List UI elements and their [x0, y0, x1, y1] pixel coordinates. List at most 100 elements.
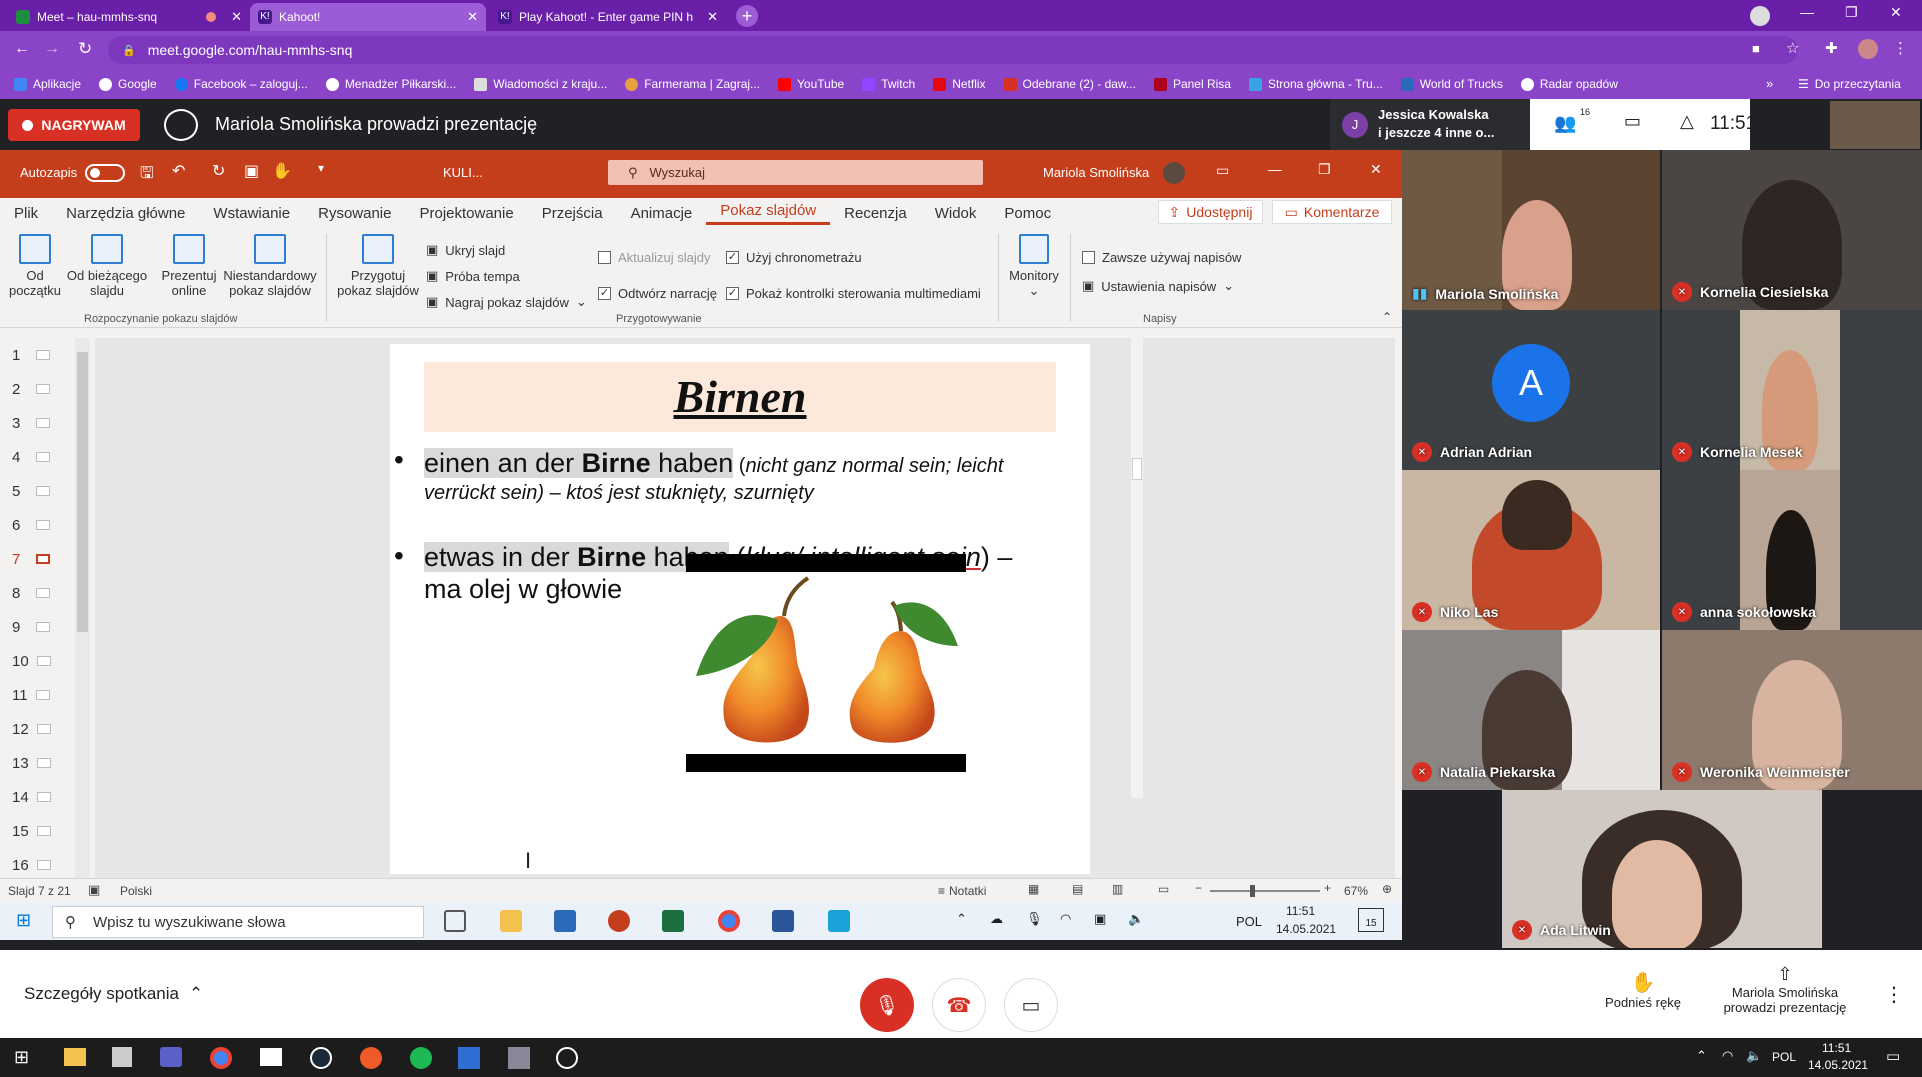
- bookmark-twitch[interactable]: Twitch: [862, 77, 915, 91]
- minimize-icon[interactable]: —: [1268, 161, 1282, 177]
- more-options-icon[interactable]: ⋮: [1884, 982, 1904, 1007]
- participant-tile[interactable]: ✕ anna sokołowska: [1662, 470, 1922, 630]
- volume-icon[interactable]: 🔈: [1746, 1048, 1762, 1064]
- close-icon[interactable]: ✕: [1370, 161, 1382, 178]
- slide-thumb[interactable]: 1: [12, 346, 72, 364]
- tab-view[interactable]: Widok: [921, 205, 991, 222]
- fit-to-window-icon[interactable]: ⊕: [1382, 882, 1392, 896]
- minimize-window-icon[interactable]: —: [1800, 4, 1814, 20]
- slide-thumb[interactable]: 9: [12, 618, 72, 636]
- bookmark-panel-risa[interactable]: Panel Risa: [1153, 77, 1231, 91]
- notification-center-icon[interactable]: ▭: [1886, 1047, 1900, 1065]
- reload-icon[interactable]: ↻: [78, 39, 92, 59]
- slide-thumb[interactable]: 2: [12, 380, 72, 398]
- from-start-button[interactable]: Od początku: [6, 234, 64, 298]
- setup-show-button[interactable]: Przygotuj pokaz slajdów: [336, 234, 420, 298]
- app-icon[interactable]: [260, 1048, 282, 1066]
- wifi-icon[interactable]: ◠: [1060, 911, 1071, 927]
- language-indicator[interactable]: Polski: [120, 884, 152, 898]
- slide-thumb[interactable]: 12: [12, 720, 72, 738]
- bookmark-facebook[interactable]: Facebook – zaloguj...: [174, 77, 308, 91]
- zoom-level[interactable]: 67%: [1344, 884, 1368, 898]
- profile-menu-icon[interactable]: [1750, 6, 1770, 26]
- store-icon[interactable]: [112, 1047, 132, 1067]
- monitors-button[interactable]: Monitory ⌄: [1004, 234, 1064, 298]
- participant-tile[interactable]: ✕ Kornelia Ciesielska: [1662, 150, 1922, 310]
- app-icon[interactable]: [554, 910, 576, 932]
- slide-title-box[interactable]: Birnen: [424, 362, 1056, 432]
- tab-insert[interactable]: Wstawianie: [199, 205, 304, 222]
- bookmark-wiadomosci[interactable]: Wiadomości z kraju...: [474, 77, 607, 91]
- camera-button[interactable]: ▭: [1004, 978, 1058, 1032]
- bookmark-apps[interactable]: Aplikacje: [14, 77, 81, 91]
- extensions-icon[interactable]: ✚: [1825, 39, 1838, 57]
- bookmark-strona-glowna[interactable]: Strona główna - Tru...: [1248, 77, 1383, 91]
- accessibility-icon[interactable]: ▣: [88, 882, 100, 898]
- url-field[interactable]: 🔒 meet.google.com/hau-mmhs-snq: [108, 36, 1798, 64]
- wifi-icon[interactable]: ◠: [1722, 1048, 1733, 1064]
- file-name[interactable]: KULI...: [443, 165, 483, 180]
- caption-settings-button[interactable]: ▣ Ustawienia napisów ⌄: [1082, 278, 1234, 294]
- from-current-button[interactable]: Od bieżącego slajdu: [66, 234, 148, 298]
- app-icon[interactable]: [458, 1047, 480, 1069]
- bookmark-youtube[interactable]: YouTube: [778, 77, 844, 91]
- slide-sorter-icon[interactable]: ▤: [1072, 882, 1083, 896]
- present-online-button[interactable]: Prezentuj online: [158, 234, 220, 298]
- self-view-thumbnail[interactable]: [1830, 101, 1920, 149]
- slide-thumb[interactable]: 14: [12, 788, 72, 806]
- activities-icon[interactable]: △: [1680, 111, 1694, 132]
- share-button[interactable]: ⇪ Udostępnij: [1158, 200, 1263, 224]
- update-slides-checkbox[interactable]: Aktualizuj slajdy: [598, 250, 711, 265]
- windows-start-icon[interactable]: ⊞: [16, 910, 31, 931]
- slide-scrollbar[interactable]: [1131, 338, 1143, 798]
- close-tab-icon[interactable]: ✕: [707, 9, 718, 25]
- collapse-ribbon-icon[interactable]: ⌃: [1382, 310, 1392, 324]
- customize-qat-icon[interactable]: ▾: [318, 161, 324, 175]
- file-explorer-icon[interactable]: [500, 910, 522, 932]
- tab-draw[interactable]: Rysowanie: [304, 205, 405, 222]
- slide-thumb[interactable]: 10: [12, 652, 72, 670]
- undo-icon[interactable]: ↶: [172, 161, 185, 181]
- always-captions-checkbox[interactable]: Zawsze używaj napisów: [1082, 250, 1241, 265]
- spotify-icon[interactable]: [410, 1047, 432, 1069]
- participant-tile[interactable]: ✕ Weronika Weinmeister: [1662, 630, 1922, 790]
- participant-summary[interactable]: J Jessica Kowalska i jeszcze 4 inne o...: [1330, 99, 1530, 150]
- back-icon[interactable]: ←: [14, 40, 30, 58]
- participant-tile[interactable]: ✕ Ada Litwin: [1502, 790, 1822, 948]
- show-hidden-icons-icon[interactable]: ⌃: [956, 911, 967, 927]
- tab-plik[interactable]: Plik: [0, 205, 52, 222]
- zoom-in-icon[interactable]: +: [1324, 881, 1331, 895]
- app-notification-icon[interactable]: [828, 910, 850, 932]
- normal-view-icon[interactable]: ▦: [1028, 882, 1039, 896]
- slideshow-view-icon[interactable]: ▭: [1158, 882, 1169, 896]
- bookmark-radar[interactable]: Radar opadów: [1520, 77, 1618, 91]
- redo-icon[interactable]: ↻: [212, 161, 225, 181]
- menu-kebab-icon[interactable]: ⋮: [1893, 39, 1908, 57]
- bookmark-google[interactable]: Google: [99, 77, 157, 91]
- show-hidden-icons-icon[interactable]: ⌃: [1696, 1048, 1707, 1064]
- zoom-out-icon[interactable]: −: [1195, 881, 1202, 895]
- tab-kahoot-play[interactable]: K! Play Kahoot! - Enter game PIN h ✕: [490, 3, 726, 31]
- slide-thumb[interactable]: 3: [12, 414, 72, 432]
- slide-thumb[interactable]: 4: [12, 448, 72, 466]
- participant-tile[interactable]: ✕ Niko Las: [1402, 470, 1660, 630]
- origin-icon[interactable]: [360, 1047, 382, 1069]
- user-avatar[interactable]: [1163, 162, 1185, 184]
- mute-button[interactable]: 🎙: [860, 978, 914, 1032]
- close-tab-icon[interactable]: ✕: [467, 9, 478, 25]
- close-window-icon[interactable]: ✕: [1890, 4, 1902, 21]
- slide-thumb[interactable]: 5: [12, 482, 72, 500]
- excel-icon[interactable]: [662, 910, 684, 932]
- custom-show-button[interactable]: Niestandardowy pokaz slajdów: [220, 234, 320, 298]
- slide-thumb[interactable]: 15: [12, 822, 72, 840]
- record-button[interactable]: ▣ Nagraj pokaz slajdów ⌄: [426, 294, 587, 310]
- leave-call-button[interactable]: ☎: [932, 978, 986, 1032]
- meeting-details-button[interactable]: Szczegóły spotkania ⌃: [24, 984, 203, 1004]
- new-tab-icon[interactable]: +: [736, 5, 758, 27]
- language-indicator[interactable]: POL: [1772, 1050, 1796, 1064]
- media-controls-checkbox[interactable]: ✓ Pokaż kontrolki sterowania multimediami: [726, 286, 981, 301]
- presentation-button[interactable]: ⇧ Mariola Smolińska prowadzi prezentację: [1710, 964, 1860, 1015]
- slide-thumb[interactable]: 8: [12, 584, 72, 602]
- word-icon[interactable]: [772, 910, 794, 932]
- bookmark-world-of-trucks[interactable]: World of Trucks: [1400, 77, 1503, 91]
